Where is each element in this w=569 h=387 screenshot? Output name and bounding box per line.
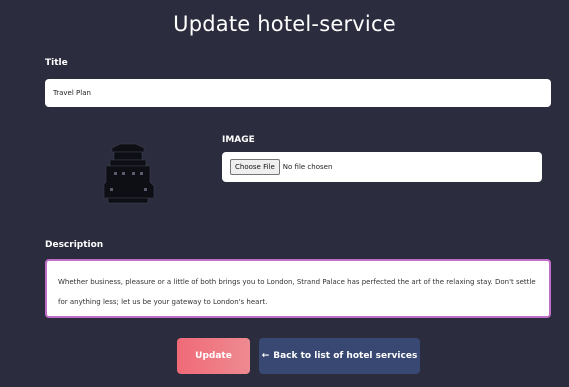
title-input[interactable] [45, 79, 551, 107]
title-label: Title [45, 58, 68, 68]
page-title: Update hotel-service [173, 12, 396, 36]
arrow-left-icon: ← [261, 351, 270, 361]
image-label: IMAGE [222, 135, 255, 145]
description-label: Description [45, 240, 104, 250]
update-hotel-service-form: Update hotel-service Title IMAGE Choose [0, 0, 569, 387]
back-to-list-button[interactable]: ← Back to list of hotel services [259, 338, 420, 374]
choose-file-button[interactable]: Choose File [230, 159, 280, 175]
description-textarea[interactable]: Whether business, pleasure or a little o… [45, 259, 551, 318]
update-button[interactable]: Update [177, 338, 250, 374]
file-status: No file chosen [282, 163, 333, 171]
back-button-label: Back to list of hotel services [273, 351, 418, 361]
hotel-image-preview [98, 138, 158, 206]
image-file-input[interactable]: Choose File No file chosen [222, 152, 542, 182]
